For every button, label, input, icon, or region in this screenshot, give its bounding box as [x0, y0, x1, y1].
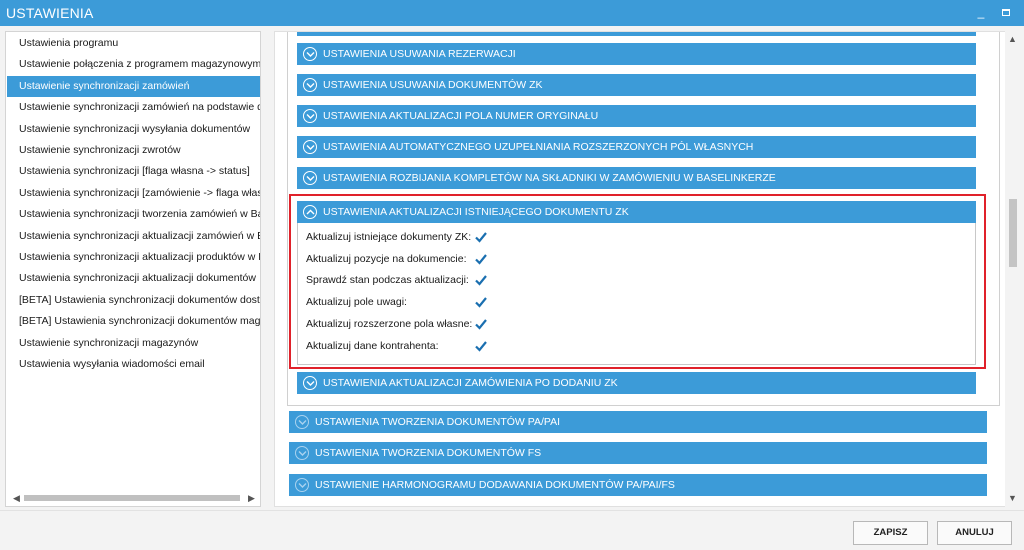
chevron-down-icon — [295, 415, 309, 429]
section-header[interactable]: USTAWIENIA USUWANIA REZERWACJI — [297, 43, 976, 65]
section-title: USTAWIENIA AKTUALIZACJI ISTNIEJĄCEGO DOK… — [323, 206, 629, 218]
minimize-button[interactable]: _ — [973, 5, 989, 19]
option-row: Sprawdź stan podczas aktualizacji: — [298, 270, 977, 290]
option-label: Sprawdź stan podczas aktualizacji: — [306, 274, 469, 287]
option-label: Aktualizuj dane kontrahenta: — [306, 339, 439, 352]
section-title: USTAWIENIA TWORZENIA DOKUMENTÓW PA/PAI — [315, 416, 561, 428]
scroll-left-icon[interactable]: ◀ — [13, 493, 20, 504]
option-row: Aktualizuj pozycje na dokumencie: — [298, 249, 977, 269]
scroll-down-icon[interactable]: ▼ — [1008, 493, 1017, 503]
settings-window: USTAWIENIA _ Ustawienia programu Ustawien… — [0, 0, 1024, 550]
maximize-icon — [1002, 9, 1010, 16]
option-checkbox[interactable] — [474, 295, 488, 310]
option-checkbox[interactable] — [474, 230, 488, 244]
pane-splitter[interactable] — [265, 31, 272, 507]
sidebar-item[interactable]: Ustawienie synchronizacji wysyłania doku… — [7, 119, 260, 140]
checkmark-icon — [475, 340, 487, 352]
section-header[interactable]: USTAWIENIA USUWANIA DOKUMENTÓW ZK — [297, 74, 976, 96]
option-label: Aktualizuj pozycje na dokumencie: — [306, 252, 467, 265]
checkmark-icon — [475, 319, 487, 330]
sidebar-item[interactable]: Ustawienie synchronizacji zwrotów — [7, 140, 260, 161]
option-label: Aktualizuj pole uwagi: — [306, 296, 407, 309]
nav-horizontal-scrollbar[interactable]: ◀ ▶ — [7, 490, 260, 506]
section-header[interactable]: USTAWIENIA TWORZENIA DOKUMENTÓW FS — [289, 442, 987, 464]
section-title: USTAWIENIA AKTUALIZACJI POLA NUMER ORYGI… — [323, 110, 599, 122]
section-title: USTAWIENIA USUWANIA DOKUMENTÓW ZK — [323, 79, 543, 91]
sidebar-item[interactable]: Ustawienia synchronizacji [flaga własna … — [7, 161, 260, 182]
save-button[interactable]: ZAPISZ — [853, 521, 928, 545]
option-row: Aktualizuj dane kontrahenta: — [298, 336, 977, 356]
section-title: USTAWIENIA TWORZENIA DOKUMENTÓW FS — [315, 447, 542, 459]
scroll-thumb[interactable] — [24, 495, 240, 501]
sidebar-item[interactable]: Ustawienia synchronizacji tworzenia zamó… — [7, 204, 260, 225]
scroll-up-icon[interactable]: ▲ — [1008, 34, 1017, 44]
section-header-partial[interactable] — [297, 32, 976, 36]
sidebar-item[interactable]: Ustawienia programu — [7, 33, 260, 54]
sidebar-item[interactable]: Ustawienia synchronizacji aktualizacji d… — [7, 268, 260, 289]
section-header-update-order-after-zk[interactable]: USTAWIENIA AKTUALIZACJI ZAMÓWIENIA PO DO… — [297, 372, 976, 394]
settings-content-pane: USTAWIENIA USUWANIA REZERWACJI USTAWIENIA… — [274, 31, 1020, 507]
sidebar-item[interactable]: Ustawienia synchronizacji [zamówienie ->… — [7, 183, 260, 204]
content-vertical-scrollbar[interactable]: ▲ ▼ — [1005, 31, 1020, 507]
section-header[interactable]: USTAWIENIA AUTOMATYCZNEGO UZUPEŁNIANIA R… — [297, 136, 976, 158]
sidebar-item[interactable]: [BETA] Ustawienia synchronizacji dokumen… — [7, 311, 260, 332]
section-header[interactable]: USTAWIENIE HARMONOGRAMU DODAWANIA DOKUME… — [289, 474, 987, 496]
sidebar-item[interactable]: Ustawienia synchronizacji aktualizacji z… — [7, 226, 260, 247]
sidebar-item[interactable]: Ustawienie synchronizacji zamówień na po… — [7, 97, 260, 118]
chevron-down-icon — [303, 109, 317, 123]
cancel-button[interactable]: ANULUJ — [937, 521, 1012, 545]
chevron-down-icon — [303, 140, 317, 154]
sidebar-item[interactable]: Ustawienie synchronizacji magazynów — [7, 333, 260, 354]
section-title: USTAWIENIA ROZBIJANIA KOMPLETÓW NA SKŁAD… — [323, 172, 776, 184]
option-label: Aktualizuj rozszerzone pola własne: — [306, 317, 473, 330]
footer-divider — [0, 510, 1024, 511]
chevron-down-icon — [303, 78, 317, 92]
section-title: USTAWIENIA AKTUALIZACJI ZAMÓWIENIA PO DO… — [323, 377, 618, 389]
section-title: USTAWIENIE HARMONOGRAMU DODAWANIA DOKUME… — [315, 479, 675, 491]
option-label: Aktualizuj istniejące dokumenty ZK: — [306, 231, 472, 243]
scroll-right-icon[interactable]: ▶ — [248, 493, 255, 504]
update-zk-options: Aktualizuj istniejące dokumenty ZK: Aktua… — [297, 223, 976, 365]
sidebar-item[interactable]: [BETA] Ustawienia synchronizacji dokumen… — [7, 290, 260, 311]
option-row: Aktualizuj istniejące dokumenty ZK: — [298, 227, 977, 247]
chevron-up-icon — [303, 205, 317, 219]
section-title: USTAWIENIA AUTOMATYCZNEGO UZUPEŁNIANIA R… — [323, 141, 754, 153]
title-bar: USTAWIENIA _ — [0, 0, 1024, 26]
option-row: Aktualizuj rozszerzone pola własne: — [298, 314, 977, 334]
window-title: USTAWIENIA — [6, 5, 94, 21]
option-row: Aktualizuj pole uwagi: — [298, 292, 977, 312]
option-checkbox[interactable] — [474, 251, 488, 266]
checkmark-icon — [475, 232, 487, 243]
sidebar-item[interactable]: Ustawienia synchronizacji aktualizacji p… — [7, 247, 260, 268]
section-header[interactable]: USTAWIENIA ROZBIJANIA KOMPLETÓW NA SKŁAD… — [297, 167, 976, 189]
chevron-down-icon — [303, 47, 317, 61]
section-header[interactable]: USTAWIENIA AKTUALIZACJI POLA NUMER ORYGI… — [297, 105, 976, 127]
checkmark-icon — [475, 253, 487, 265]
chevron-down-icon — [295, 446, 309, 460]
sidebar-item[interactable]: Ustawienie połączenia z programem magazy… — [7, 54, 260, 75]
chevron-down-icon — [303, 171, 317, 185]
section-title: USTAWIENIA USUWANIA REZERWACJI — [323, 48, 516, 60]
checkmark-icon — [475, 275, 487, 287]
option-checkbox[interactable] — [474, 338, 488, 353]
chevron-down-icon — [295, 478, 309, 492]
scroll-thumb[interactable] — [1009, 199, 1017, 267]
option-checkbox[interactable] — [474, 273, 488, 288]
checkmark-icon — [475, 297, 487, 308]
section-header[interactable]: USTAWIENIA TWORZENIA DOKUMENTÓW PA/PAI — [289, 411, 987, 433]
maximize-button[interactable] — [998, 5, 1014, 19]
option-checkbox[interactable] — [474, 316, 488, 331]
settings-nav-list: Ustawienia programu Ustawienie połączenia… — [5, 31, 261, 507]
chevron-down-icon — [303, 376, 317, 390]
minimize-icon: _ — [977, 5, 985, 19]
section-header-update-zk[interactable]: USTAWIENIA AKTUALIZACJI ISTNIEJĄCEGO DOK… — [297, 201, 976, 223]
sidebar-item[interactable]: Ustawienia wysyłania wiadomości email — [7, 354, 260, 375]
sidebar-item[interactable]: Ustawienie synchronizacji zamówień — [7, 75, 260, 97]
